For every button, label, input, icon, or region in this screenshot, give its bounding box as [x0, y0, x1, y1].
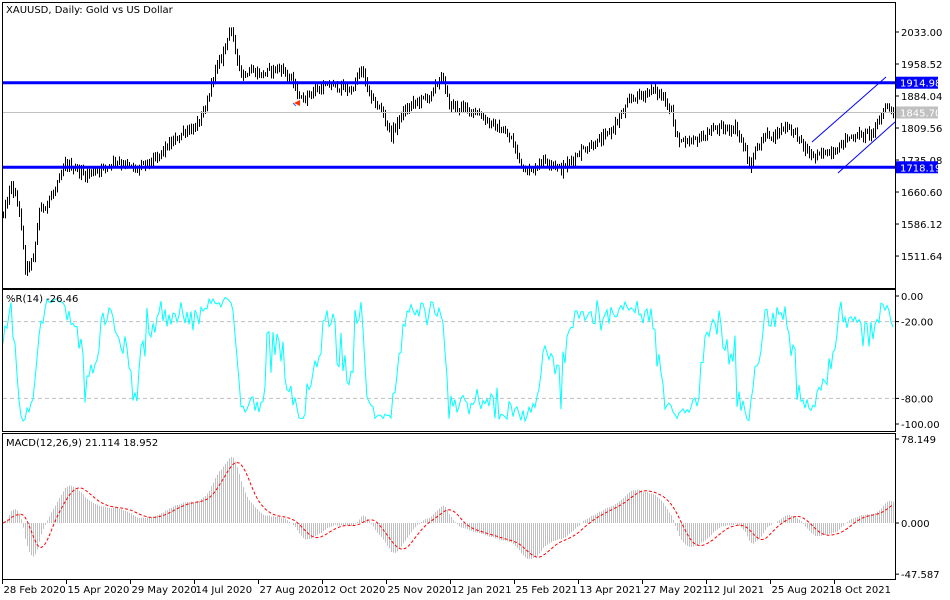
macd-panel[interactable] — [2, 433, 896, 580]
x-tick-label: 28 Feb 2020 — [4, 585, 66, 596]
x-tick-label: 27 May 2021 — [644, 585, 709, 596]
y-tick-label: 1660.60 — [901, 188, 942, 199]
chart-canvas[interactable]: 2033.001958.521884.041809.561735.081660.… — [0, 0, 950, 600]
y-tick-label: 1884.04 — [901, 92, 942, 103]
current-price-label: 1845.70 — [900, 108, 941, 119]
chart-title: XAUUSD, Daily: Gold vs US Dollar — [6, 5, 174, 16]
y-tick-label: 1809.56 — [901, 124, 942, 135]
x-tick-label: 13 Apr 2021 — [580, 585, 642, 596]
y-tick-label: 1958.52 — [901, 60, 942, 71]
y-tick-label: 1511.64 — [901, 252, 942, 263]
macd-y-tick-label: 78.149 — [901, 435, 936, 446]
wpr-y-tick-label: -100.00 — [901, 420, 940, 431]
y-tick-label: 1586.12 — [901, 220, 942, 231]
x-tick-label: 12 Jan 2021 — [452, 585, 512, 596]
x-tick-label: 25 Feb 2021 — [516, 585, 578, 596]
macd-y-tick-label: 0.000 — [901, 519, 930, 530]
x-tick-label: 12 Jul 2021 — [708, 585, 765, 596]
level-price-label: 1914.98 — [900, 79, 941, 90]
wpr-y-tick-label: -80.00 — [901, 394, 933, 405]
x-tick-label: 25 Aug 2021 — [772, 585, 836, 596]
macd-y-tick-label: -47.587 — [901, 570, 940, 581]
x-tick-label: 27 Aug 2020 — [260, 585, 324, 596]
x-tick-label: 12 Oct 2020 — [324, 585, 386, 596]
level-price-label: 1718.19 — [900, 163, 941, 174]
x-tick-label: 14 Jul 2020 — [196, 585, 253, 596]
wpr-y-tick-label: 0.00 — [901, 292, 923, 303]
macd-title: MACD(12,26,9) 21.114 18.952 — [6, 438, 158, 449]
x-tick-label: 8 Oct 2021 — [836, 585, 891, 596]
x-tick-label: 29 May 2020 — [132, 585, 197, 596]
y-tick-label: 2033.00 — [901, 28, 942, 39]
x-tick-label: 15 Apr 2020 — [68, 585, 130, 596]
wpr-title: %R(14) -26.46 — [6, 294, 78, 305]
x-tick-label: 25 Nov 2020 — [388, 585, 452, 596]
wpr-y-tick-label: -20.00 — [901, 318, 933, 329]
